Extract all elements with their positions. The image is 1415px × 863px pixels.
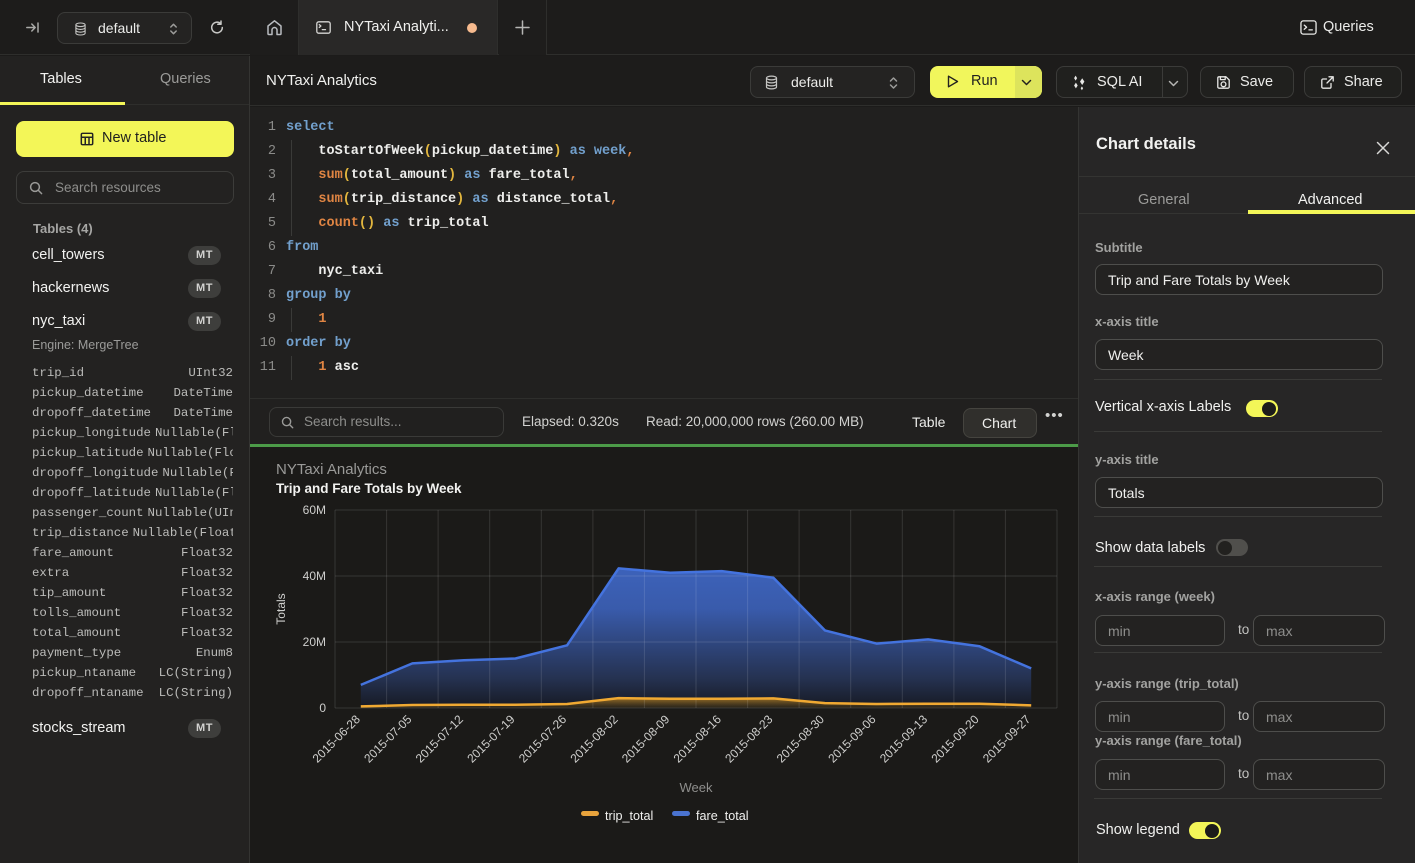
svg-text:NYTaxi Analytics: NYTaxi Analytics [276,461,387,478]
svg-text:2015-08-23: 2015-08-23 [722,712,776,766]
svg-text:20M: 20M [303,635,326,649]
svg-text:trip_total: trip_total [605,809,653,823]
svg-text:2015-09-27: 2015-09-27 [980,712,1034,766]
svg-text:2015-08-16: 2015-08-16 [671,712,725,766]
svg-text:40M: 40M [303,569,326,583]
svg-text:2015-06-28: 2015-06-28 [310,712,364,766]
svg-text:Totals: Totals [274,593,288,624]
svg-text:2015-08-02: 2015-08-02 [567,712,621,766]
svg-text:2015-08-09: 2015-08-09 [619,712,673,766]
svg-text:2015-09-13: 2015-09-13 [877,712,931,766]
svg-text:2015-07-19: 2015-07-19 [464,712,518,766]
svg-text:2015-09-06: 2015-09-06 [825,712,879,766]
svg-text:0: 0 [319,701,326,715]
svg-text:2015-07-05: 2015-07-05 [361,712,415,766]
svg-text:2015-08-30: 2015-08-30 [774,712,828,766]
svg-text:2015-07-26: 2015-07-26 [516,712,570,766]
svg-text:60M: 60M [303,503,326,517]
svg-text:2015-07-12: 2015-07-12 [413,712,467,766]
svg-text:2015-09-20: 2015-09-20 [928,712,982,766]
svg-text:Week: Week [680,780,713,795]
svg-text:Trip and Fare Totals by Week: Trip and Fare Totals by Week [276,481,462,496]
svg-text:fare_total: fare_total [696,809,749,823]
